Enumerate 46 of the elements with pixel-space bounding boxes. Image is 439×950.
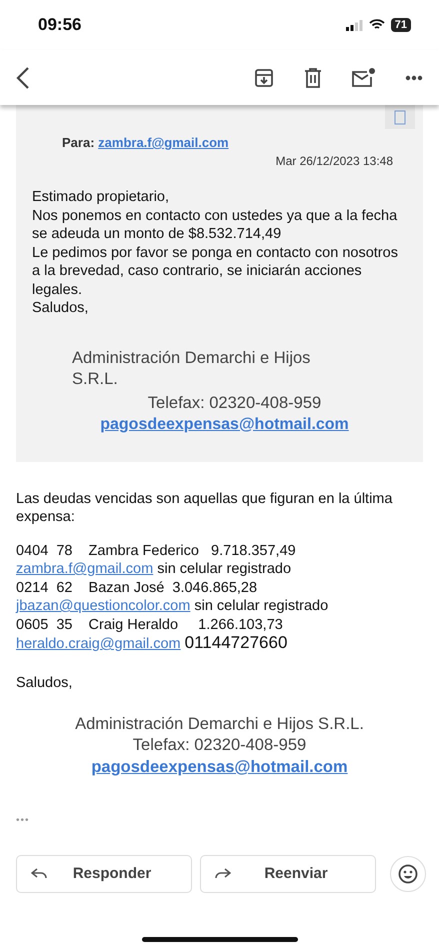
more-icon[interactable]: [405, 74, 423, 80]
email-link[interactable]: heraldo.craig@gmail.com: [16, 636, 181, 652]
back-icon[interactable]: [16, 66, 30, 90]
reply-icon: [31, 868, 47, 880]
clock: 09:56: [38, 15, 82, 35]
wifi-icon: [368, 19, 385, 31]
contact-note: sin celular registrado: [194, 598, 328, 614]
email-link[interactable]: pagosdeexpensas@hotmail.com: [91, 758, 348, 776]
company-name: Administración Demarchi e Hijos: [72, 348, 312, 368]
debtor-line: 0605 35 Craig Heraldo 1.266.103,73: [16, 616, 284, 634]
debtor-line: 0214 62 Bazan José 3.046.865,28: [16, 578, 258, 597]
phone-line: Telefax: 02320-408-959: [132, 735, 308, 756]
email-link[interactable]: zambra.f@gmail.com: [16, 561, 154, 577]
email-link[interactable]: pagosdeexpensas@hotmail.com: [100, 416, 349, 432]
email-link[interactable]: jbazan@questioncolor.com: [16, 598, 190, 614]
body-line: Estimado propietario,: [32, 188, 170, 206]
reply-button[interactable]: Responder: [16, 854, 192, 892]
show-trimmed-button[interactable]: •••: [16, 812, 423, 830]
body-line: se adeuda un monto de $8.532.714,49: [32, 225, 282, 244]
contact-note: sin celular registrado: [157, 561, 292, 577]
email-link[interactable]: zambra.f@gmail.com: [98, 135, 229, 150]
body-line: legales.: [32, 280, 83, 299]
signal-icon: [346, 20, 363, 30]
archive-icon[interactable]: [253, 66, 275, 88]
battery-level: 71: [390, 18, 411, 32]
company-name: Administración Demarchi e Hijos S.R.L.: [74, 714, 365, 735]
square-icon: [394, 110, 406, 124]
phone-line: Telefax: 02320-408-959: [146, 394, 322, 412]
forward-button[interactable]: Reenviar: [200, 854, 376, 892]
trash-icon[interactable]: [303, 66, 323, 88]
body-line: a la brevedad, caso contrario, se iniciarán acciones: [32, 262, 363, 280]
company-name: S.R.L.: [72, 368, 119, 390]
body-line: Las deudas vencidas son aquellas que figuran en la última: [16, 490, 394, 508]
debtor-line: 0404 78 Zambra Federico 9.718.357,49: [16, 542, 297, 560]
closing-line: Saludos,: [16, 674, 74, 692]
body-line: Saludos,: [32, 299, 90, 318]
mail-icon[interactable]: [351, 66, 377, 88]
phone-number: 01144727660: [184, 633, 288, 652]
body-line: Nos ponemos en contacto con ustedes ya que a la fecha: [32, 206, 398, 225]
recipient-label: Para:: [62, 135, 95, 150]
message-date: Mar 26/12/2023 13:48: [274, 154, 393, 168]
smiley-icon: [398, 864, 418, 884]
body-line: Le pedimos por favor se ponga en contacto con nosotros: [32, 244, 399, 262]
forward-icon: [215, 868, 231, 880]
body-line: expensa:: [16, 508, 76, 526]
emoji-button[interactable]: [390, 856, 426, 892]
